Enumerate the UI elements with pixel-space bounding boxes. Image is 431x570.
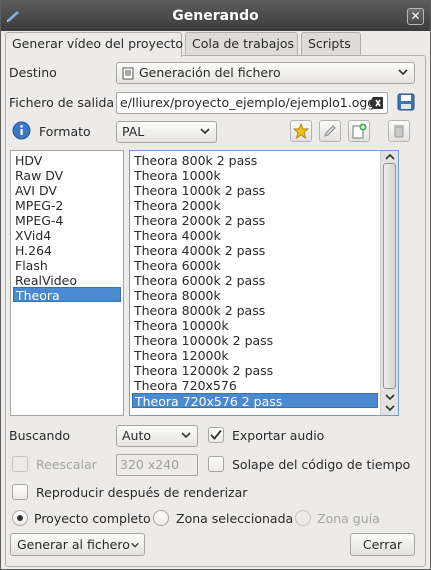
title-bar: Generando ✕ — [1, 1, 430, 31]
list-item[interactable]: Theora 2000k — [132, 198, 378, 213]
new-document-icon — [352, 123, 367, 139]
list-item[interactable]: Theora 8000k 2 pass — [132, 303, 378, 318]
chevron-up-icon[interactable] — [385, 153, 395, 161]
guide-zone-radio[interactable] — [295, 510, 311, 526]
list-item[interactable]: Theora 1000k 2 pass — [132, 183, 378, 198]
rescale-checkbox[interactable] — [12, 456, 28, 472]
render-to-file-label: Generar al fichero — [17, 537, 130, 552]
format-value: PAL — [122, 124, 145, 139]
chevron-down-icon[interactable] — [385, 393, 395, 401]
profile-list[interactable]: Theora 800k 2 pass Theora 1000k Theora 1… — [129, 150, 399, 416]
list-item[interactable]: Flash — [13, 258, 121, 273]
chevron-down-icon — [200, 128, 210, 135]
list-item[interactable]: Theora 12000k 2 pass — [132, 363, 378, 378]
output-file-input[interactable]: e/lliurex/proyecto_ejemplo/ejemplo1.ogg — [116, 92, 388, 114]
selected-zone-label: Zona seleccionada — [176, 511, 294, 526]
list-item[interactable]: Theora 4000k — [132, 228, 378, 243]
trash-icon — [394, 125, 404, 138]
list-item-selected[interactable]: Theora 720x576 2 pass — [132, 393, 378, 409]
list-item-selected[interactable]: Theora — [13, 287, 121, 303]
list-item[interactable]: Theora 800k 2 pass — [132, 153, 378, 168]
export-audio-checkbox[interactable] — [208, 427, 224, 443]
info-icon — [12, 121, 31, 140]
chevron-down-icon — [131, 542, 139, 548]
list-item[interactable]: Theora 8000k — [132, 288, 378, 303]
save-file-button[interactable] — [395, 91, 417, 113]
tab-job-queue[interactable]: Cola de trabajos — [185, 32, 298, 56]
output-file-label: Fichero de salida — [9, 95, 115, 110]
selected-zone-radio[interactable] — [153, 510, 169, 526]
list-item[interactable]: MPEG-2 — [13, 198, 121, 213]
rescale-label: Reescalar — [36, 457, 97, 472]
list-item[interactable]: HDV — [13, 153, 121, 168]
play-after-render-checkbox[interactable] — [12, 484, 28, 500]
list-item[interactable]: MPEG-4 — [13, 213, 121, 228]
list-item[interactable]: Theora 720x576 — [132, 378, 378, 393]
output-file-value: e/lliurex/proyecto_ejemplo/ejemplo1.ogg — [120, 95, 376, 110]
pencil-icon — [324, 125, 336, 137]
category-list[interactable]: HDV Raw DV AVI DV MPEG-2 MPEG-4 XVid4 H.… — [10, 150, 124, 416]
rescale-size-value: 320 x240 — [120, 457, 180, 472]
list-item[interactable]: Theora 10000k 2 pass — [132, 333, 378, 348]
timecode-overlay-label: Solape del código de tiempo — [232, 457, 411, 472]
clear-text-icon[interactable] — [369, 97, 383, 109]
destination-label: Destino — [9, 65, 57, 80]
list-item[interactable]: Raw DV — [13, 168, 121, 183]
format-select[interactable]: PAL — [116, 121, 217, 143]
list-item[interactable]: H.264 — [13, 243, 121, 258]
timecode-overlay-checkbox[interactable] — [208, 456, 224, 472]
scrollbar-thumb[interactable] — [383, 163, 396, 389]
window-title: Generando — [172, 8, 259, 24]
list-item[interactable]: AVI DV — [13, 183, 121, 198]
search-value: Auto — [122, 428, 152, 443]
chevron-down-icon — [181, 432, 191, 439]
destination-value: Generación del fichero — [139, 65, 281, 80]
list-item[interactable]: Theora 12000k — [132, 348, 378, 363]
list-item[interactable]: RealVideo — [13, 273, 121, 288]
list-item[interactable]: Theora 6000k — [132, 258, 378, 273]
close-window-icon[interactable]: ✕ — [407, 8, 424, 25]
guide-zone-label: Zona guía — [317, 511, 380, 526]
tab-render-project[interactable]: Generar vídeo del proyecto — [5, 32, 183, 57]
render-panel: Destino Generación del fichero Fichero d… — [5, 55, 426, 567]
list-item[interactable]: Theora 10000k — [132, 318, 378, 333]
list-item[interactable]: Theora 6000k 2 pass — [132, 273, 378, 288]
format-label: Formato — [39, 124, 91, 139]
list-item[interactable]: Theora 1000k — [132, 168, 378, 183]
chevron-down-icon[interactable] — [385, 404, 395, 412]
list-item[interactable]: Theora 4000k 2 pass — [132, 243, 378, 258]
tab-scripts[interactable]: Scripts — [301, 32, 361, 56]
file-icon — [122, 67, 134, 80]
full-project-radio[interactable] — [12, 510, 28, 526]
full-project-label: Proyecto completo — [34, 511, 151, 526]
list-item[interactable]: Theora 2000k 2 pass — [132, 213, 378, 228]
profile-list-scrollbar[interactable] — [380, 151, 398, 415]
check-icon — [210, 429, 222, 440]
edit-profile-button[interactable] — [319, 120, 341, 142]
render-to-file-button[interactable]: Generar al fichero — [10, 533, 145, 556]
star-icon — [293, 123, 309, 139]
chevron-down-icon — [398, 69, 408, 76]
add-favorite-button[interactable] — [290, 120, 312, 142]
play-after-render-label: Reproducir después de renderizar — [36, 485, 248, 500]
render-dialog: Generando ✕ Generar vídeo del proyecto C… — [0, 0, 431, 570]
delete-profile-button[interactable] — [388, 120, 410, 142]
new-profile-button[interactable] — [348, 120, 370, 142]
search-select[interactable]: Auto — [116, 425, 198, 447]
rescale-size-input[interactable]: 320 x240 — [116, 454, 198, 476]
save-icon — [397, 93, 415, 111]
list-item[interactable]: XVid4 — [13, 228, 121, 243]
export-audio-label: Exportar audio — [232, 428, 325, 443]
destination-select[interactable]: Generación del fichero — [116, 62, 415, 84]
close-button[interactable]: Cerrar — [350, 533, 415, 556]
search-label: Buscando — [9, 428, 71, 443]
